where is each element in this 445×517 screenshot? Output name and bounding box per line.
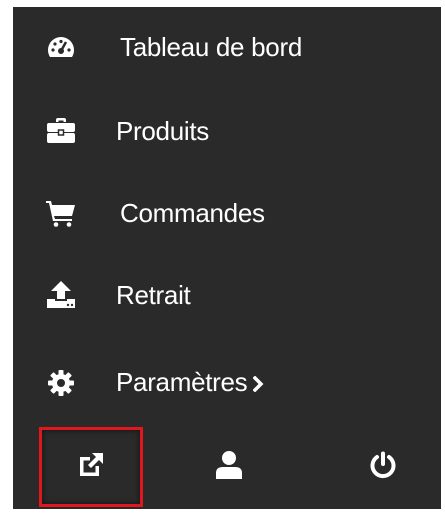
external-link-icon [77,451,105,484]
menu-item-label: Commandes [120,197,265,228]
logout-button[interactable] [331,427,435,507]
gear-icon [44,366,78,400]
chevron-right-icon [252,368,265,399]
shopping-cart-icon [44,196,78,230]
menu-item-label: Tableau de bord [120,31,302,62]
menu-item-parametres[interactable]: Paramètres [13,351,441,415]
menu-item-commandes[interactable]: Commandes [13,181,441,245]
upload-icon [44,278,78,312]
menu-item-tableau-de-bord[interactable]: Tableau de bord [13,15,441,79]
menu-item-label: Retrait [116,279,191,310]
menu-item-retrait[interactable]: Retrait [13,263,441,327]
menu-item-produits[interactable]: Produits [13,99,441,163]
user-profile-button[interactable] [177,427,281,507]
menu-item-label: Produits [116,115,209,146]
user-icon [215,450,243,485]
dashboard-icon [44,30,78,64]
bottom-toolbar [13,427,441,509]
briefcase-icon [44,114,78,148]
sidebar-menu: Tableau de bord Produits Commandes Retra… [13,7,441,509]
external-link-button[interactable] [39,427,143,507]
power-icon [369,451,397,484]
menu-item-label: Paramètres [116,367,265,400]
